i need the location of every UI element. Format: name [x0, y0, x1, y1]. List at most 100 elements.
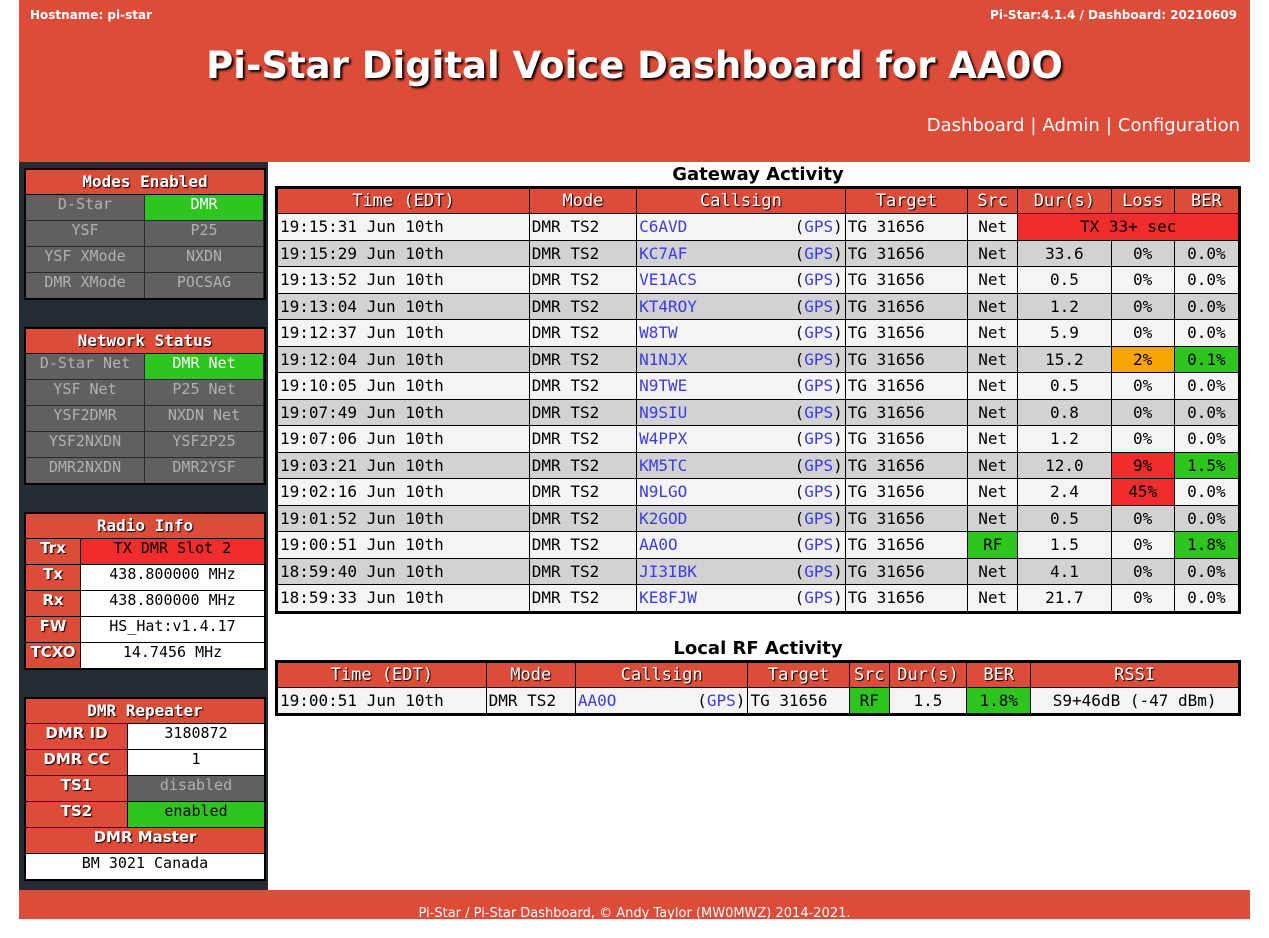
gps-link[interactable]: GPS	[804, 456, 833, 475]
duration-cell: 0.8	[1017, 398, 1112, 426]
ber-cell: 0.0%	[1173, 557, 1241, 585]
target-cell: TG 31656	[844, 478, 969, 506]
net-status-nxdn-net: NXDN Net	[145, 406, 263, 431]
target-cell: TG 31656	[844, 504, 969, 532]
callsign-link[interactable]: N9TWE	[639, 376, 687, 395]
net-status-ysf2p25: YSF2P25	[145, 432, 263, 457]
callsign-cell: JI3IBK (GPS)	[636, 557, 846, 585]
gps-link-group: (GPS)	[794, 588, 843, 607]
callsign-link[interactable]: KC7AF	[639, 244, 687, 263]
gps-link[interactable]: GPS	[804, 270, 833, 289]
ber-cell: 0.1%	[1173, 345, 1241, 373]
mode-cell: DMR TS2	[528, 451, 638, 479]
gps-link[interactable]: GPS	[804, 588, 833, 607]
callsign-cell: N9TWE (GPS)	[636, 372, 846, 400]
gps-link[interactable]: GPS	[804, 482, 833, 501]
gps-link[interactable]: GPS	[804, 376, 833, 395]
callsign-cell: K2GOD (GPS)	[636, 504, 846, 532]
net-status-p25-net: P25 Net	[145, 380, 263, 405]
gps-link[interactable]: GPS	[804, 244, 833, 263]
page-container: Hostname: pi-star Pi-Star:4.1.4 / Dashbo…	[19, 0, 1250, 921]
gps-link[interactable]: GPS	[804, 217, 833, 236]
nav-admin-link[interactable]: Admin	[1042, 115, 1099, 136]
callsign-cell: N1NJX (GPS)	[636, 345, 846, 373]
gps-link[interactable]: GPS	[804, 535, 833, 554]
ber-cell: 0.0%	[1173, 398, 1241, 426]
callsign-link[interactable]: AA0O	[578, 691, 617, 710]
column-header-dur-s: Dur(s)	[888, 660, 968, 688]
table-row: 19:07:06 Jun 10th DMR TS2 W4PPX (GPS) TG 316…	[276, 425, 1241, 453]
gps-link[interactable]: GPS	[804, 562, 833, 581]
callsign-link[interactable]: C6AVD	[639, 217, 687, 236]
gps-link[interactable]: GPS	[804, 323, 833, 342]
gps-link[interactable]: GPS	[804, 403, 833, 422]
target-cell: TG 31656	[844, 451, 969, 479]
target-cell: TG 31656	[844, 319, 969, 347]
duration-cell: 0.5	[1017, 372, 1112, 400]
gps-link-group: (GPS)	[794, 217, 843, 236]
column-header-dur-s: Dur(s)	[1017, 187, 1112, 214]
ber-cell: 0.0%	[1173, 504, 1241, 532]
table-row: 19:13:04 Jun 10th DMR TS2 KT4ROY (GPS) TG 31…	[276, 292, 1241, 320]
callsign-link[interactable]: K2GOD	[639, 509, 687, 528]
callsign-link[interactable]: KT4ROY	[639, 297, 697, 316]
gps-link-group: (GPS)	[794, 455, 843, 475]
target-cell: TG 31656	[844, 531, 969, 559]
callsign-link[interactable]: VE1ACS	[639, 270, 697, 289]
callsign-link[interactable]: W4PPX	[639, 429, 687, 448]
gps-link[interactable]: GPS	[804, 297, 833, 316]
src-cell: Net	[967, 504, 1019, 532]
loss-cell: 45%	[1110, 478, 1175, 506]
duration-cell: 5.9	[1017, 319, 1112, 347]
gps-link[interactable]: GPS	[804, 350, 833, 369]
mode-cell: DMR TS2	[528, 398, 638, 426]
duration-cell: 1.5	[1017, 531, 1112, 559]
target-cell: TG 31656	[844, 425, 969, 453]
fw-label: FW	[26, 617, 80, 642]
network-status-title: Network Status	[26, 329, 264, 354]
callsign-link[interactable]: W8TW	[639, 323, 678, 342]
footer: Pi-Star / Pi-Star Dashboard, © Andy Tayl…	[19, 890, 1250, 921]
loss-cell: 2%	[1110, 345, 1175, 373]
callsign-link[interactable]: KE8FJW	[639, 588, 697, 607]
gateway-activity-title: Gateway Activity	[672, 164, 844, 185]
mode-cell: DMR TS2	[528, 239, 638, 267]
gps-link[interactable]: GPS	[804, 429, 833, 448]
column-header-callsign: Callsign	[574, 660, 749, 688]
gps-link[interactable]: GPS	[707, 691, 736, 710]
rx-frequency: 438.800000 MHz	[81, 591, 264, 616]
src-cell: Net	[967, 345, 1019, 373]
tx-label: Tx	[26, 565, 80, 590]
dmr-id-label: DMR ID	[26, 724, 127, 749]
callsign-link[interactable]: N1NJX	[639, 350, 687, 369]
callsign-link[interactable]: JI3IBK	[639, 562, 697, 581]
main-content: Gateway Activity Time (EDT) Mode Callsign T…	[275, 162, 1241, 716]
callsign-link[interactable]: N9SIU	[639, 403, 687, 422]
target-cell: TG 31656	[844, 345, 969, 373]
net-status-dmr2nxdn: DMR2NXDN	[26, 458, 144, 483]
tx-status-cell: TX 33+ sec	[1017, 213, 1240, 241]
net-status-d-star-net: D-Star Net	[26, 354, 144, 379]
callsign-link[interactable]: AA0O	[639, 535, 678, 554]
column-header-src: Src	[848, 660, 890, 688]
mode-cell: DMR TS2	[485, 686, 576, 715]
header: Hostname: pi-star Pi-Star:4.1.4 / Dashbo…	[19, 0, 1250, 162]
column-header-loss: Loss	[1110, 187, 1175, 214]
gps-link-group: (GPS)	[794, 323, 843, 342]
ber-cell: 0.0%	[1173, 266, 1241, 294]
gps-link[interactable]: GPS	[804, 509, 833, 528]
nav-configuration-link[interactable]: Configuration	[1118, 115, 1240, 136]
callsign-link[interactable]: N9LGO	[639, 482, 687, 501]
table-row: 19:00:51 Jun 10th DMR TS2 AA0O (GPS) TG 3165…	[276, 531, 1241, 559]
callsign-link[interactable]: KM5TC	[639, 456, 687, 475]
ber-cell: 0.0%	[1173, 478, 1241, 506]
nav-dashboard-link[interactable]: Dashboard	[927, 115, 1025, 136]
src-cell: Net	[967, 557, 1019, 585]
loss-cell: 0%	[1110, 557, 1175, 585]
column-header-mode: Mode	[528, 187, 638, 214]
duration-cell: 21.7	[1017, 584, 1112, 613]
callsign-cell: N9LGO (GPS)	[636, 478, 846, 506]
mode-cell: DMR TS2	[528, 425, 638, 453]
gateway-header-row: Time (EDT) Mode Callsign Target Src Dur(s) Los…	[276, 187, 1241, 214]
rx-label: Rx	[26, 591, 80, 616]
